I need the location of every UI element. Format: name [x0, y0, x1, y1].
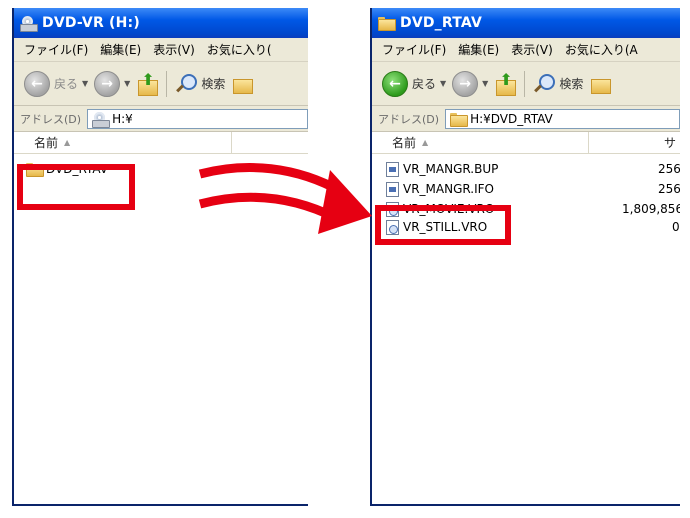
file-size: 256 — [658, 162, 680, 176]
menu-edit[interactable]: 編集(E) — [458, 41, 499, 58]
back-label: 戻る — [412, 77, 437, 91]
column-header: 名前 ▲ — [14, 132, 308, 154]
dropdown-arrow-icon: ▼ — [124, 79, 131, 88]
folder-up-icon[interactable] — [136, 70, 159, 96]
back-button[interactable]: ← 戻る ▼ — [24, 70, 89, 97]
red-curved-arrow-icon — [198, 163, 372, 234]
window-title: DVD-VR (H:) — [42, 15, 140, 31]
file-icon — [386, 181, 399, 197]
explorer-window-right: DVD_RTAV ファイル(F) 編集(E) 表示(V) お気に入り(A ← 戻… — [370, 8, 680, 506]
drive-icon — [92, 111, 111, 128]
dropdown-arrow-icon: ▼ — [440, 79, 447, 88]
back-arrow-icon: ← — [382, 70, 408, 97]
search-label: 検索 — [559, 77, 584, 91]
back-label: 戻る — [54, 77, 79, 91]
title-bar[interactable]: DVD-VR (H:) — [14, 8, 308, 38]
folder-up-icon[interactable] — [494, 70, 517, 96]
explorer-window-left: DVD-VR (H:) ファイル(F) 編集(E) 表示(V) お気に入り( ←… — [12, 8, 308, 506]
back-button[interactable]: ← 戻る ▼ — [382, 70, 447, 97]
forward-arrow-icon: → — [452, 70, 479, 97]
file-size: 0 — [672, 220, 680, 234]
menu-file[interactable]: ファイル(F) — [24, 41, 88, 58]
highlight-box-movie-file — [375, 205, 511, 245]
file-size: 256 — [658, 182, 680, 196]
forward-button[interactable]: → ▼ — [94, 70, 131, 97]
toolbar-separator — [524, 70, 526, 97]
highlight-box-folder — [17, 164, 135, 210]
column-name-label: 名前 — [34, 136, 59, 150]
folder-icon — [450, 112, 469, 127]
menu-favorites[interactable]: お気に入り(A — [565, 41, 638, 58]
column-header: 名前 ▲ サ — [372, 132, 680, 154]
menu-view[interactable]: 表示(V) — [153, 41, 195, 58]
dropdown-arrow-icon: ▼ — [482, 79, 489, 88]
menu-view[interactable]: 表示(V) — [511, 41, 553, 58]
column-size-label: サ — [663, 136, 676, 150]
toolbar: ← 戻る ▼ → ▼ 検索 — [14, 62, 308, 106]
column-name-label: 名前 — [392, 136, 417, 150]
menu-favorites[interactable]: お気に入り( — [207, 41, 272, 58]
sort-ascending-icon: ▲ — [64, 138, 71, 147]
search-button[interactable]: 検索 — [533, 73, 583, 95]
address-bar: アドレス(D) H:¥ — [14, 106, 308, 132]
menu-bar: ファイル(F) 編集(E) 表示(V) お気に入り( — [14, 38, 308, 62]
dropdown-arrow-icon: ▼ — [82, 79, 89, 88]
column-name[interactable]: 名前 ▲ — [372, 132, 589, 153]
file-icon — [386, 161, 399, 177]
sort-ascending-icon: ▲ — [422, 138, 429, 147]
file-name: VR_MANGR.IFO — [403, 182, 494, 196]
address-input[interactable]: H:¥ — [87, 108, 308, 129]
menu-edit[interactable]: 編集(E) — [100, 41, 141, 58]
toolbar: ← 戻る ▼ → ▼ 検索 — [372, 62, 680, 106]
address-value: H:¥ — [112, 111, 133, 126]
folders-icon[interactable] — [231, 74, 254, 94]
drive-icon — [20, 16, 38, 32]
file-name: VR_MANGR.BUP — [403, 162, 499, 176]
table-row[interactable]: VR_MANGR.IFO 256 — [386, 180, 680, 198]
forward-arrow-icon: → — [94, 70, 121, 97]
menu-file[interactable]: ファイル(F) — [382, 41, 446, 58]
toolbar-separator — [166, 70, 168, 97]
search-icon — [175, 73, 198, 95]
address-value: H:¥DVD_RTAV — [470, 111, 553, 126]
menu-bar: ファイル(F) 編集(E) 表示(V) お気に入り(A — [372, 38, 680, 62]
search-button[interactable]: 検索 — [175, 73, 225, 95]
column-size[interactable]: サ — [589, 132, 680, 153]
screenshot-stage: DVD-VR (H:) ファイル(F) 編集(E) 表示(V) お気に入り( ←… — [0, 0, 690, 518]
search-icon — [533, 73, 556, 95]
folder-icon — [378, 17, 396, 31]
address-bar: アドレス(D) H:¥DVD_RTAV — [372, 106, 680, 132]
search-label: 検索 — [201, 77, 226, 91]
address-input[interactable]: H:¥DVD_RTAV — [445, 108, 680, 129]
file-list: 名前 ▲ サ VR_MANGR.BUP 256 VR_MANGR.IFO 256… — [372, 132, 680, 504]
folders-icon[interactable] — [589, 74, 612, 94]
window-title: DVD_RTAV — [400, 15, 483, 31]
file-size: 1,809,856 — [622, 202, 680, 216]
table-row[interactable]: VR_MANGR.BUP 256 — [386, 160, 680, 178]
title-bar[interactable]: DVD_RTAV — [372, 8, 680, 38]
address-label: アドレス(D) — [378, 112, 440, 126]
address-label: アドレス(D) — [20, 112, 82, 126]
column-next[interactable] — [232, 132, 308, 153]
back-arrow-icon: ← — [24, 70, 50, 97]
column-name[interactable]: 名前 ▲ — [14, 132, 233, 153]
forward-button[interactable]: → ▼ — [452, 70, 489, 97]
